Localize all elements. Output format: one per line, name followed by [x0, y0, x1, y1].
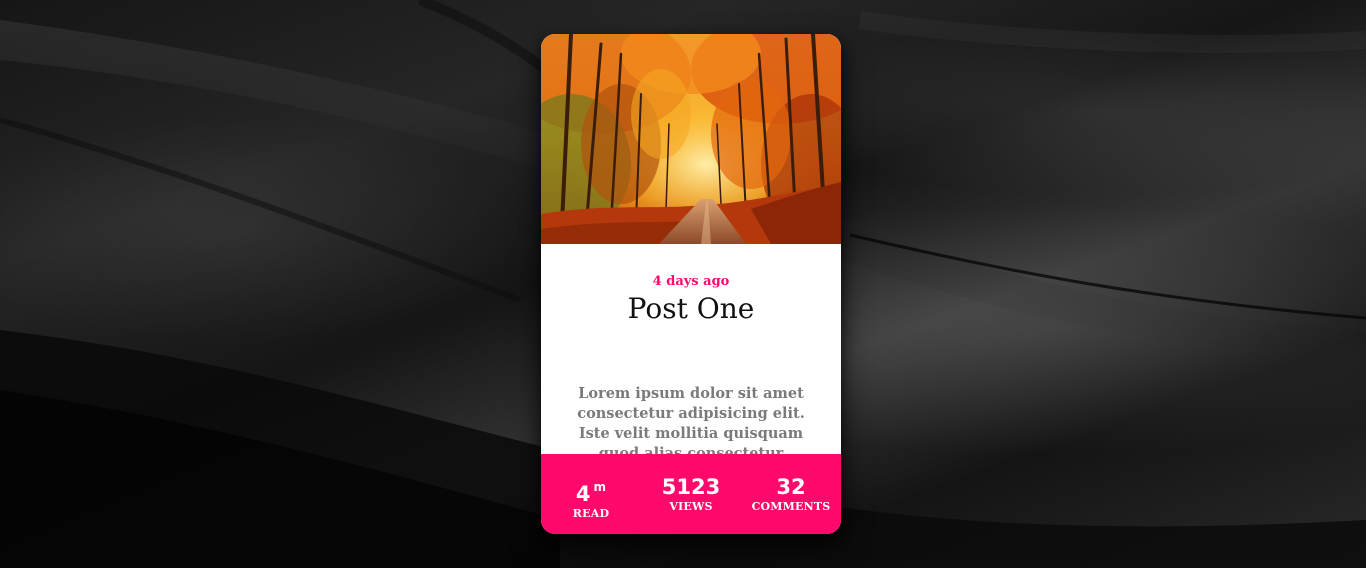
stat-read-time-value: 4m	[575, 480, 607, 506]
stat-views: 5123 VIEWS	[641, 454, 741, 515]
stat-views-value: 5123	[661, 475, 721, 499]
autumn-forest-road-image	[541, 34, 841, 244]
post-excerpt: Lorem ipsum dolor sit amet consectetur a…	[577, 385, 805, 462]
stat-views-label: VIEWS	[669, 500, 713, 513]
stat-read-time: 4m READ	[541, 454, 641, 522]
post-stats: 4m READ 5123 VIEWS 32 COMMENTS	[541, 454, 841, 534]
post-card[interactable]: 4 days ago Post One Lorem ipsum dolor si…	[541, 34, 841, 534]
stat-read-time-unit: m	[593, 480, 607, 494]
post-date: 4 days ago	[652, 274, 730, 289]
stat-comments[interactable]: 32 COMMENTS	[741, 454, 841, 515]
stat-read-time-label: READ	[572, 507, 610, 520]
stat-comments-label: COMMENTS	[751, 500, 831, 513]
card-body: 4 days ago Post One Lorem ipsum dolor si…	[541, 244, 841, 462]
stat-comments-value: 32	[776, 475, 806, 499]
post-title[interactable]: Post One	[541, 292, 841, 326]
